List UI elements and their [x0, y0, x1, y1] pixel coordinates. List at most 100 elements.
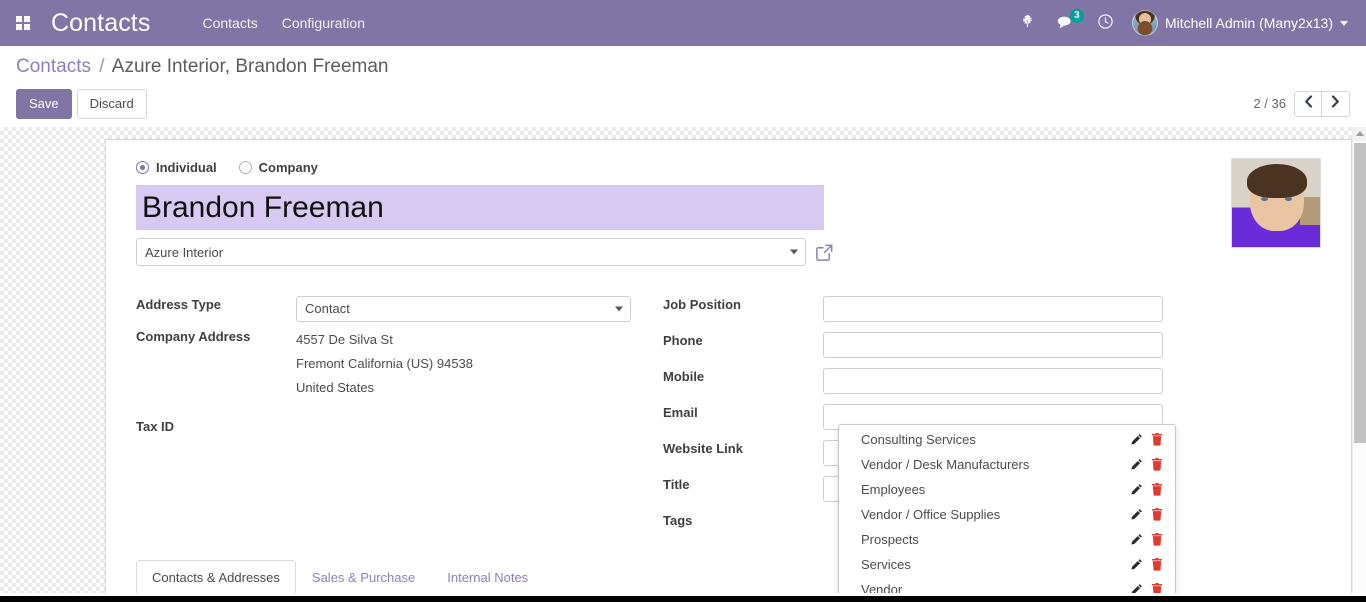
field-value-job-position: [823, 290, 1173, 323]
field-value-mobile: [823, 362, 1173, 395]
messages-count-badge: 3: [1069, 8, 1084, 23]
tag-option-employees[interactable]: Employees: [839, 477, 1175, 502]
field-label-phone: Phone: [663, 333, 703, 349]
radio-option-individual[interactable]: Individual: [136, 160, 217, 175]
breadcrumb-separator: /: [99, 56, 105, 77]
radio-option-company[interactable]: Company: [238, 159, 318, 175]
company-input[interactable]: [136, 238, 806, 267]
trash-icon[interactable]: [1151, 533, 1163, 546]
field-value-phone: [823, 326, 1173, 359]
tab-internal-notes[interactable]: Internal Notes: [431, 560, 544, 593]
user-name-label: Mitchell Admin (Many2x13): [1164, 15, 1333, 31]
trash-icon[interactable]: [1151, 558, 1163, 571]
pencil-icon[interactable]: [1130, 433, 1143, 446]
tag-option-actions: [1130, 558, 1163, 571]
tag-option-vendor-office-supplies[interactable]: Vendor / Office Supplies: [839, 502, 1175, 527]
radio-individual-icon: [136, 160, 149, 174]
chevron-down-icon: [1340, 20, 1348, 26]
field-value-company-address[interactable]: 4557 De Silva St Fremont California (US)…: [296, 322, 663, 400]
field-label-website-link: Website Link: [663, 441, 743, 457]
tab-contacts-and-addresses[interactable]: Contacts & Addresses: [136, 560, 296, 593]
field-tax-id: Tax ID: [136, 412, 663, 442]
menu-item-contacts[interactable]: Contacts: [190, 9, 269, 37]
tag-option-consulting-services[interactable]: Consulting Services: [839, 427, 1175, 452]
activities-button[interactable]: [1087, 7, 1124, 39]
tag-option-actions: [1130, 533, 1163, 546]
left-field-column: Address Type Contact Company Address 455…: [136, 290, 663, 536]
address-line-city-state-zip: Fremont California (US) 94538: [296, 356, 474, 372]
menu-item-configuration[interactable]: Configuration: [270, 9, 377, 37]
control-panel: Contacts / Azure Interior, Brandon Freem…: [0, 46, 1366, 127]
tag-option-label: Vendor: [861, 581, 903, 593]
form-content-area: Individual Company Brandon Freeman Azure…: [0, 126, 1366, 593]
breadcrumb-root-link[interactable]: Contacts: [16, 56, 91, 77]
trash-icon[interactable]: [1151, 508, 1163, 521]
tag-option-actions: [1130, 483, 1163, 496]
radio-company-icon: [238, 160, 252, 174]
tab-sales-and-purchase[interactable]: Sales & Purchase: [296, 560, 431, 593]
tag-option-actions: [1130, 583, 1163, 593]
messages-button[interactable]: 3: [1047, 8, 1085, 39]
external-link-icon[interactable]: [814, 242, 835, 263]
contact-photo[interactable]: [1231, 157, 1321, 248]
apps-menu-button[interactable]: [0, 0, 46, 46]
address-type-select[interactable]: Contact: [296, 296, 631, 323]
pager-previous-button[interactable]: [1294, 90, 1322, 117]
trash-icon[interactable]: [1151, 433, 1163, 446]
discard-button[interactable]: Discard: [76, 88, 147, 119]
field-label-job-position: Job Position: [663, 297, 741, 313]
field-job-position: Job Position: [663, 290, 1173, 323]
vertical-scrollbar[interactable]: [1352, 126, 1366, 593]
field-label-tags: Tags: [663, 513, 693, 529]
company-type-radio-group: Individual Company: [136, 160, 1321, 175]
chevron-right-icon: [1331, 95, 1340, 112]
trash-icon[interactable]: [1151, 458, 1163, 471]
scrollbar-thumb[interactable]: [1354, 142, 1366, 443]
systray: 3 Mitchell Admin (Many2x13): [1010, 6, 1366, 40]
trash-icon[interactable]: [1151, 483, 1163, 496]
field-phone: Phone: [663, 326, 1173, 359]
main-menu: Contacts Configuration: [190, 9, 377, 37]
contact-name-input[interactable]: [136, 184, 824, 231]
field-value-tax-id[interactable]: [296, 412, 663, 418]
tag-option-actions: [1130, 458, 1163, 471]
tag-option-vendor[interactable]: Vendor: [839, 577, 1175, 593]
tag-option-actions: [1130, 433, 1163, 446]
pager-next-button[interactable]: [1322, 90, 1350, 117]
field-label-email: Email: [663, 405, 698, 421]
radio-company-label: Company: [258, 159, 318, 175]
mobile-slot: [823, 368, 1163, 395]
field-address-type: Address Type Contact: [136, 290, 663, 323]
user-menu-button[interactable]: Mitchell Admin (Many2x13): [1126, 6, 1356, 40]
trash-icon[interactable]: [1151, 583, 1163, 593]
bug-icon: [1020, 14, 1035, 32]
clock-icon: [1097, 13, 1114, 33]
debug-menu-button[interactable]: [1010, 8, 1045, 38]
pager: 2 / 36: [1253, 90, 1350, 117]
job-position-input[interactable]: [823, 296, 1163, 323]
pencil-icon[interactable]: [1130, 533, 1143, 546]
pencil-icon[interactable]: [1130, 558, 1143, 571]
pencil-icon[interactable]: [1130, 583, 1143, 593]
address-type-select-wrapper: Contact: [296, 296, 631, 323]
tag-option-prospects[interactable]: Prospects: [839, 527, 1175, 552]
field-label-title: Title: [663, 477, 690, 493]
scroll-up-arrow[interactable]: [1353, 126, 1366, 141]
top-navbar: Contacts Contacts Configuration 3 Mitche…: [0, 0, 1366, 46]
tags-dropdown-menu: Consulting Services Vendor / Desk Manufa…: [838, 423, 1176, 593]
bottom-edge-bar: [0, 596, 1366, 602]
tag-option-vendor-desk-manufacturers[interactable]: Vendor / Desk Manufacturers: [839, 452, 1175, 477]
field-label-company-address: Company Address: [136, 329, 251, 345]
app-brand-title[interactable]: Contacts: [51, 10, 150, 36]
pencil-icon[interactable]: [1130, 508, 1143, 521]
photo-eye-left: [1261, 196, 1268, 201]
tag-option-label: Services: [861, 556, 911, 572]
pencil-icon[interactable]: [1130, 458, 1143, 471]
tag-option-services[interactable]: Services: [839, 552, 1175, 577]
phone-input[interactable]: [823, 332, 1163, 359]
save-button[interactable]: Save: [16, 88, 72, 119]
pager-buttons: [1294, 90, 1350, 117]
mobile-input[interactable]: [823, 368, 1163, 395]
pager-value[interactable]: 2 / 36: [1253, 96, 1286, 111]
pencil-icon[interactable]: [1130, 483, 1143, 496]
